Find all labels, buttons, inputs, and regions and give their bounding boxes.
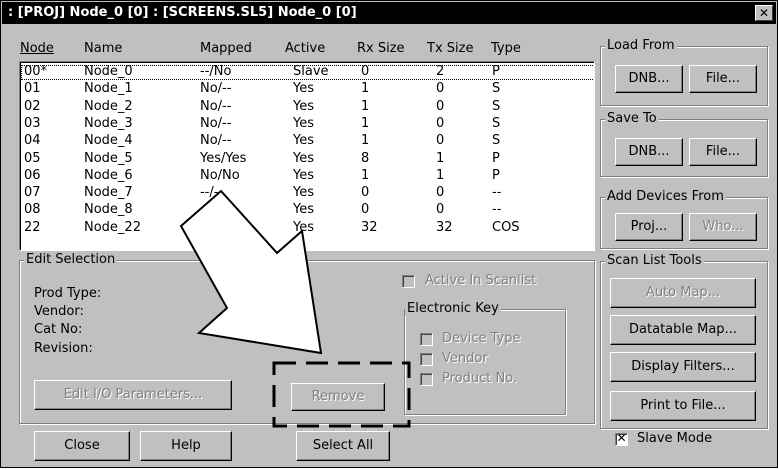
annotation-overlay xyxy=(179,189,411,428)
dashed-highlight-box xyxy=(272,361,411,428)
scanlist-window: : [PROJ] Node_0 [0] : [SCREENS.SL5] Node… xyxy=(0,0,778,468)
arrow-icon xyxy=(179,189,323,355)
